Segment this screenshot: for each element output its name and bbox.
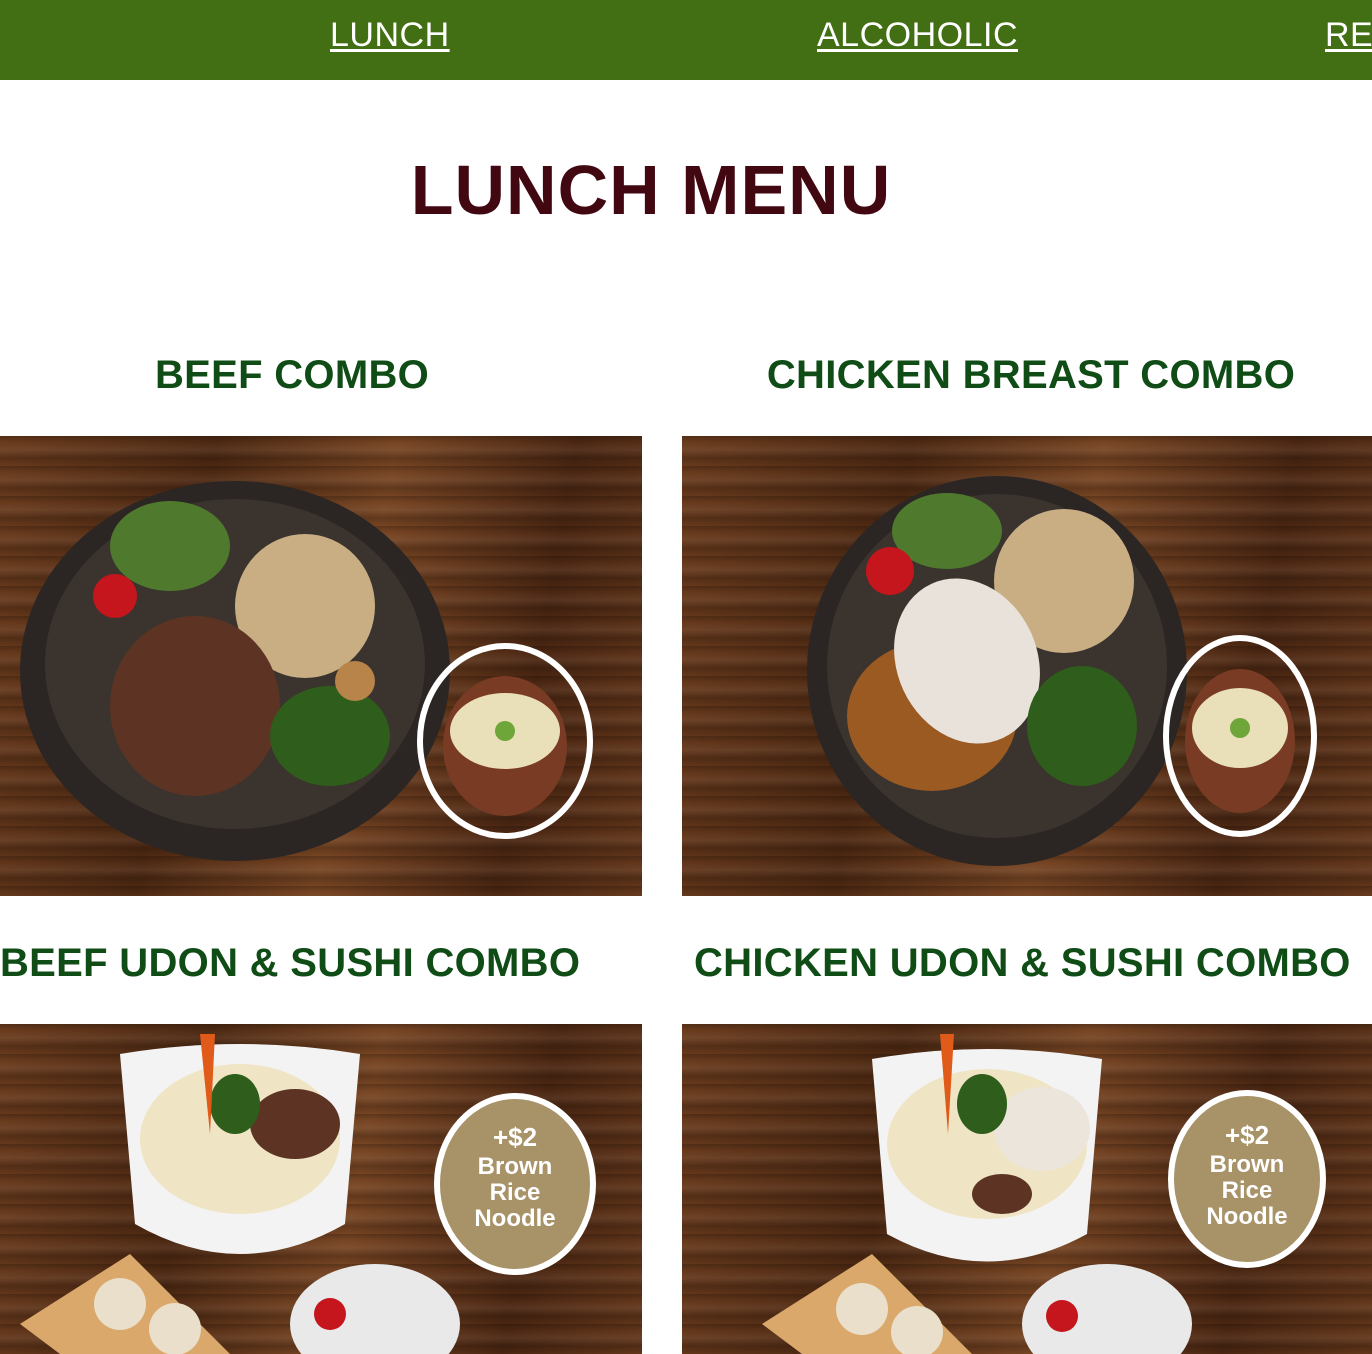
item-title-beef-udon-sushi-combo: BEEF UDON & SUSHI COMBO [0, 941, 581, 985]
nav-link-res[interactable]: RES [1325, 16, 1372, 55]
item-title-beef-combo: BEEF COMBO [154, 353, 430, 397]
chicken-udon-sushi-combo-image[interactable]: +$2 Brown Rice Noodle [682, 1024, 1372, 1354]
badge-line2-3: Rice [490, 1179, 541, 1206]
beef-combo-image[interactable] [0, 436, 642, 896]
badge-price-3: +$2 [493, 1122, 537, 1152]
badge-line3-3: Noodle [474, 1205, 555, 1232]
top-nav: LUNCH ALCOHOLIC RES [0, 0, 1372, 80]
badge-price-4: +$2 [1225, 1120, 1269, 1150]
beef-udon-sushi-combo-illustration: +$2 Brown Rice Noodle [20, 1034, 596, 1354]
chicken-breast-combo-illustration [807, 476, 1317, 866]
chicken-breast-combo-image[interactable] [682, 436, 1372, 896]
nav-link-lunch[interactable]: LUNCH [330, 16, 450, 55]
page-title: LUNCH MENU [410, 151, 892, 229]
beef-udon-sushi-combo-image[interactable]: +$2 Brown Rice Noodle [0, 1024, 642, 1354]
badge-line1-4: Brown [1210, 1151, 1285, 1178]
chicken-udon-sushi-combo-illustration: +$2 Brown Rice Noodle [762, 1034, 1326, 1354]
badge-line1-3: Brown [478, 1153, 553, 1180]
item-title-chicken-breast-combo: CHICKEN BREAST COMBO [766, 353, 1296, 397]
badge-line2-4: Rice [1222, 1177, 1273, 1204]
badge-line3-4: Noodle [1206, 1203, 1287, 1230]
nav-link-alcoholic[interactable]: ALCOHOLIC [817, 16, 1018, 55]
item-title-chicken-udon-sushi-combo: CHICKEN UDON & SUSHI COMBO [694, 941, 1351, 985]
beef-combo-illustration [20, 481, 593, 861]
